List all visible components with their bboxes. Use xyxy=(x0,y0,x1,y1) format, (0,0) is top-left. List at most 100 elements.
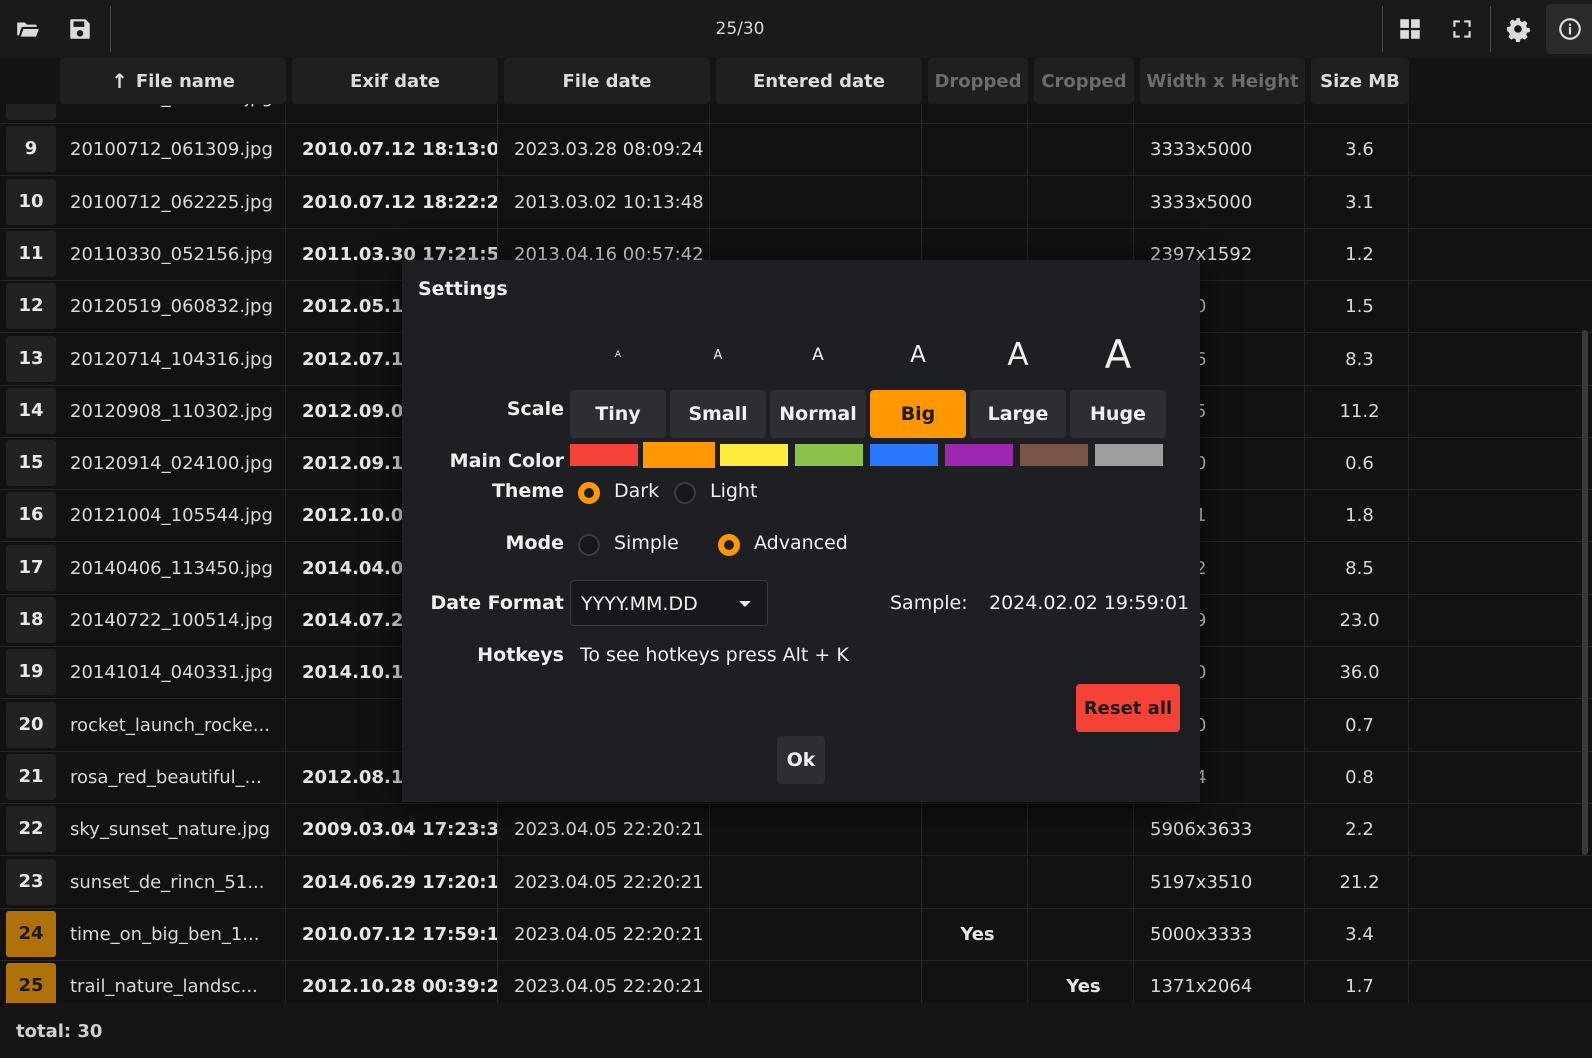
row-number[interactable]: 10 xyxy=(6,178,56,225)
cell-width-height: 3333x5000 xyxy=(1140,104,1305,124)
ok-button[interactable]: Ok xyxy=(777,736,825,784)
row-number[interactable]: 13 xyxy=(6,335,56,382)
column-header-file-date[interactable]: File date xyxy=(504,58,710,104)
row-number[interactable]: 24 xyxy=(6,910,56,957)
cell-size-mb: 1.8 xyxy=(1311,490,1409,543)
column-header-file-name[interactable]: ↑ File name xyxy=(60,58,286,104)
cell-entered-date xyxy=(716,124,922,177)
column-header-cropped[interactable]: Cropped xyxy=(1034,58,1134,104)
theme-dark-radio[interactable] xyxy=(578,482,600,504)
row-number[interactable]: 20 xyxy=(6,701,56,748)
sample-value: 2024.02.02 19:59:01 xyxy=(989,592,1190,614)
table-scrollbar[interactable] xyxy=(1582,330,1588,855)
cell-file-name: rocket_launch_rocke... xyxy=(60,699,286,752)
table-row[interactable]: 25 trail_nature_landsc... 2012.10.28 00:39… xyxy=(0,961,1592,1003)
cell-file-name: sky_sunset_nature.jpg xyxy=(60,804,286,857)
mode-advanced-radio[interactable] xyxy=(718,534,740,556)
theme-light-radio[interactable] xyxy=(674,482,696,504)
cell-dropped xyxy=(928,124,1028,177)
color-swatch[interactable] xyxy=(870,444,938,466)
scale-big-button[interactable]: Big xyxy=(870,390,966,438)
table-row[interactable]: 10 20100712_062225.jpg 2010.07.12 18:22:25… xyxy=(0,176,1592,229)
image-counter: 25/30 xyxy=(715,19,765,39)
scale-huge-button[interactable]: Huge xyxy=(1070,390,1166,438)
table-row[interactable]: 820100712_061043.jpg 2010.07.12 18:10:43 2… xyxy=(0,104,1592,124)
cell-file-name: trail_nature_landsc... xyxy=(60,961,286,1003)
column-header-width-height[interactable]: Width x Height xyxy=(1140,58,1305,104)
column-header-label: Cropped xyxy=(1041,70,1127,92)
row-number[interactable]: 11 xyxy=(6,230,56,277)
cell-size-mb: 0.8 xyxy=(1311,751,1409,804)
cell-file-date: 2023.04.05 22:20:21 xyxy=(504,856,710,909)
color-swatch[interactable] xyxy=(643,442,715,468)
save-button[interactable] xyxy=(56,4,104,54)
sort-ascending-icon: ↑ xyxy=(111,69,128,93)
row-number[interactable]: 9 xyxy=(6,126,56,173)
row-number[interactable]: 8 xyxy=(6,104,56,120)
column-header-dropped[interactable]: Dropped xyxy=(928,58,1028,104)
mode-simple-radio[interactable] xyxy=(578,534,600,556)
cell-size-mb: 8.5 xyxy=(1311,542,1409,595)
cell-exif-date: 2012.10.28 00:39:22 xyxy=(292,961,498,1003)
table-row[interactable]: 22 sky_sunset_nature.jpg 2009.03.04 17:23:… xyxy=(0,804,1592,857)
row-number[interactable]: 15 xyxy=(6,440,56,487)
color-swatch[interactable] xyxy=(720,444,788,466)
cell-size-mb: 1.2 xyxy=(1311,228,1409,281)
color-swatch[interactable] xyxy=(1095,444,1163,466)
table-row[interactable]: 9 20100712_061309.jpg 2010.07.12 18:13:09 2… xyxy=(0,124,1592,177)
open-folder-button[interactable] xyxy=(4,4,52,54)
column-header-label: File date xyxy=(562,70,652,92)
folder-open-icon xyxy=(17,22,39,37)
cell-file-name: 20100712_062225.jpg xyxy=(60,176,286,229)
scale-normal-button[interactable]: Normal xyxy=(770,390,866,438)
cell-size-mb: 0.6 xyxy=(1311,438,1409,491)
column-header-label: Size MB xyxy=(1320,70,1400,92)
scale-preview-normal: A xyxy=(812,345,824,365)
caret-down-icon xyxy=(739,601,751,607)
date-format-select[interactable]: YYYY.MM.DD xyxy=(570,580,768,626)
column-header-entered-date[interactable]: Entered date xyxy=(716,58,922,104)
cell-cropped xyxy=(1034,124,1134,177)
scale-preview-small: A xyxy=(713,347,723,363)
cell-exif-date: 2014.06.29 17:20:16 xyxy=(292,856,498,909)
row-number[interactable]: 21 xyxy=(6,753,56,800)
grid-view-button[interactable] xyxy=(1386,4,1434,54)
cell-entered-date xyxy=(716,908,922,961)
color-swatch[interactable] xyxy=(945,444,1013,466)
row-number[interactable]: 22 xyxy=(6,806,56,853)
row-number[interactable]: 23 xyxy=(6,858,56,905)
table-row[interactable]: 23 sunset_de_rincn_51... 2014.06.29 17:20:… xyxy=(0,856,1592,909)
column-header-exif-date[interactable]: Exif date xyxy=(292,58,498,104)
cell-file-name: 20100712_061309.jpg xyxy=(60,124,286,177)
cell-entered-date xyxy=(716,961,922,1003)
row-number[interactable]: 16 xyxy=(6,492,56,539)
scale-tiny-button[interactable]: Tiny xyxy=(570,390,666,438)
column-header-size-mb[interactable]: Size MB xyxy=(1311,58,1409,104)
fullscreen-button[interactable] xyxy=(1438,4,1486,54)
cell-file-date: 2023.03.28 08:09:24 xyxy=(504,124,710,177)
color-swatch[interactable] xyxy=(1020,444,1088,466)
scale-large-button[interactable]: Large xyxy=(970,390,1066,438)
row-number[interactable]: 17 xyxy=(6,544,56,591)
row-number[interactable]: 19 xyxy=(6,649,56,696)
cell-dropped xyxy=(928,961,1028,1003)
row-number[interactable]: 25 xyxy=(6,963,56,1003)
reset-all-button[interactable]: Reset all xyxy=(1076,684,1180,732)
color-swatch[interactable] xyxy=(795,444,863,466)
table-row[interactable]: 24 time_on_big_ben_1... 2010.07.12 17:59:1… xyxy=(0,908,1592,961)
cell-size-mb: 3.4 xyxy=(1311,908,1409,961)
cell-entered-date xyxy=(716,856,922,909)
row-number[interactable]: 14 xyxy=(6,387,56,434)
cell-file-date: 2023.04.05 22:20:21 xyxy=(504,961,710,1003)
scale-small-button[interactable]: Small xyxy=(670,390,766,438)
color-swatch[interactable] xyxy=(570,444,638,466)
cell-file-name: 20141014_040331.jpg xyxy=(60,647,286,700)
theme-light-label: Light xyxy=(710,480,758,502)
settings-button[interactable] xyxy=(1494,4,1542,54)
info-button[interactable] xyxy=(1546,4,1592,54)
column-header-label: Width x Height xyxy=(1146,70,1299,92)
cell-size-mb: 23.0 xyxy=(1311,595,1409,647)
fullscreen-icon xyxy=(1453,20,1471,38)
row-number[interactable]: 12 xyxy=(6,283,56,330)
row-number[interactable]: 18 xyxy=(6,597,56,643)
